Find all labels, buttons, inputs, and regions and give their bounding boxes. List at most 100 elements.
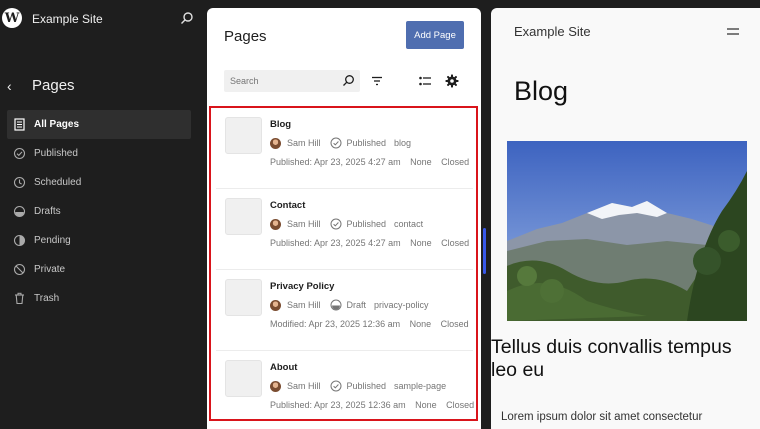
page-date: Published: Apr 23, 2025 12:36 am: [270, 400, 406, 410]
page-date-meta: Modified: Apr 23, 2025 12:36 am None Clo…: [270, 319, 476, 329]
sidebar-item-pending[interactable]: Pending: [7, 226, 191, 255]
sidebar-item-private[interactable]: Private: [7, 255, 191, 284]
published-icon: [330, 137, 342, 149]
page-extra: None: [410, 238, 432, 248]
sidebar-item-trash[interactable]: Trash: [7, 284, 191, 313]
page-extra: Closed: [440, 319, 469, 329]
avatar: [270, 380, 281, 392]
page-date-meta: Published: Apr 23, 2025 4:27 am None Clo…: [270, 157, 476, 167]
page-date: Published: Apr 23, 2025 4:27 am: [270, 157, 401, 167]
page-extra: Closed: [441, 238, 470, 248]
sidebar-item-label: Published: [34, 148, 78, 159]
page-meta: Sam Hill Published contact: [270, 217, 423, 231]
page-author: Sam Hill: [287, 300, 321, 310]
list-view-icon[interactable]: [418, 74, 432, 88]
page-slug: contact: [394, 219, 424, 229]
page-extra: None: [410, 157, 432, 167]
preview-post-heading: Tellus duis convallis tempus leo eu: [491, 336, 732, 381]
search-icon[interactable]: [180, 11, 194, 25]
sidebar-item-label: Trash: [34, 293, 60, 304]
page-slug: sample-page: [394, 381, 447, 391]
pages-icon: [14, 118, 25, 131]
sidebar-nav: All Pages Published Scheduled Drafts Pen…: [7, 110, 191, 313]
sidebar-item-published[interactable]: Published: [7, 139, 191, 168]
page-title: Pages: [224, 28, 267, 45]
page-meta: Sam Hill Published blog: [270, 136, 411, 150]
wordpress-logo-icon[interactable]: W: [2, 8, 22, 28]
sidebar-item-label: Scheduled: [34, 177, 82, 188]
pending-icon: [13, 234, 26, 247]
back-row: ‹ Pages: [0, 76, 207, 98]
page-extra: None: [409, 319, 432, 329]
page-status: Draft: [346, 300, 367, 310]
page-extra: None: [415, 400, 437, 410]
back-arrow-icon[interactable]: ‹: [7, 78, 12, 94]
page-slug: blog: [394, 138, 412, 148]
page-item-title[interactable]: Privacy Policy: [270, 281, 334, 292]
avatar: [270, 137, 281, 149]
list-item[interactable]: Contact Sam Hill Published contact Publi…: [216, 189, 473, 270]
pages-panel: Pages Add Page Blog: [207, 8, 481, 429]
page-date-meta: Published: Apr 23, 2025 12:36 am None Cl…: [270, 400, 481, 410]
sidebar-item-label: Private: [34, 264, 66, 275]
add-page-button[interactable]: Add Page: [406, 21, 464, 49]
page-status: Published: [346, 138, 387, 148]
page-item-title[interactable]: Contact: [270, 200, 305, 211]
page-thumbnail: [225, 279, 262, 316]
site-header: W Example Site: [0, 0, 207, 40]
menu-icon[interactable]: [727, 27, 739, 36]
draft-icon: [330, 299, 342, 311]
sidebar-item-all-pages[interactable]: All Pages: [7, 110, 191, 139]
resize-handle[interactable]: [483, 228, 486, 274]
search-field: [224, 70, 360, 92]
page-thumbnail: [225, 117, 262, 154]
private-icon: [13, 263, 26, 276]
page-meta: Sam Hill Draft privacy-policy: [270, 298, 429, 312]
published-icon: [13, 147, 26, 160]
filter-icon[interactable]: [370, 74, 384, 88]
published-icon: [330, 218, 342, 230]
avatar: [270, 299, 281, 311]
sidebar-item-label: Drafts: [34, 206, 61, 217]
gear-icon[interactable]: [445, 74, 459, 88]
search-input[interactable]: [230, 74, 330, 88]
pages-list: Blog Sam Hill Published blog Published: …: [209, 106, 478, 421]
preview-page-title: Blog: [514, 76, 569, 106]
sidebar-item-label: Pending: [34, 235, 71, 246]
mountain-landscape-image: [507, 141, 747, 321]
page-item-title[interactable]: Blog: [270, 119, 291, 130]
drafts-icon: [13, 205, 26, 218]
page-author: Sam Hill: [287, 219, 321, 229]
page-date-meta: Published: Apr 23, 2025 4:27 am None Clo…: [270, 238, 476, 248]
list-item[interactable]: Blog Sam Hill Published blog Published: …: [216, 108, 473, 189]
sidebar: W Example Site ‹ Pages All Pages Publish…: [0, 0, 207, 429]
published-icon: [330, 380, 342, 392]
site-name[interactable]: Example Site: [32, 12, 103, 26]
sidebar-title: Pages: [32, 77, 75, 94]
page-preview[interactable]: Example Site Blog Tellus duis convallis …: [491, 8, 760, 429]
sidebar-item-label: All Pages: [34, 119, 80, 130]
page-date: Published: Apr 23, 2025 4:27 am: [270, 238, 401, 248]
page-thumbnail: [225, 198, 262, 235]
avatar: [270, 218, 281, 230]
page-status: Published: [346, 219, 387, 229]
sidebar-item-drafts[interactable]: Drafts: [7, 197, 191, 226]
search-icon[interactable]: [342, 74, 355, 87]
preview-excerpt: Lorem ipsum dolor sit amet consectetur: [501, 411, 703, 423]
list-item[interactable]: About Sam Hill Published sample-page Pub…: [216, 351, 474, 429]
page-author: Sam Hill: [287, 138, 321, 148]
trash-icon: [15, 292, 24, 305]
page-meta: Sam Hill Published sample-page: [270, 379, 446, 393]
page-thumbnail: [225, 360, 262, 397]
page-slug: privacy-policy: [374, 300, 429, 310]
preview-site-name: Example Site: [514, 24, 591, 39]
page-extra: Closed: [446, 400, 475, 410]
page-extra: Closed: [441, 157, 470, 167]
page-status: Published: [346, 381, 387, 391]
sidebar-item-scheduled[interactable]: Scheduled: [7, 168, 191, 197]
page-item-title[interactable]: About: [270, 362, 297, 373]
list-item[interactable]: Privacy Policy Sam Hill Draft privacy-po…: [216, 270, 473, 351]
scheduled-icon: [13, 176, 26, 189]
page-date: Modified: Apr 23, 2025 12:36 am: [270, 319, 401, 329]
page-author: Sam Hill: [287, 381, 321, 391]
